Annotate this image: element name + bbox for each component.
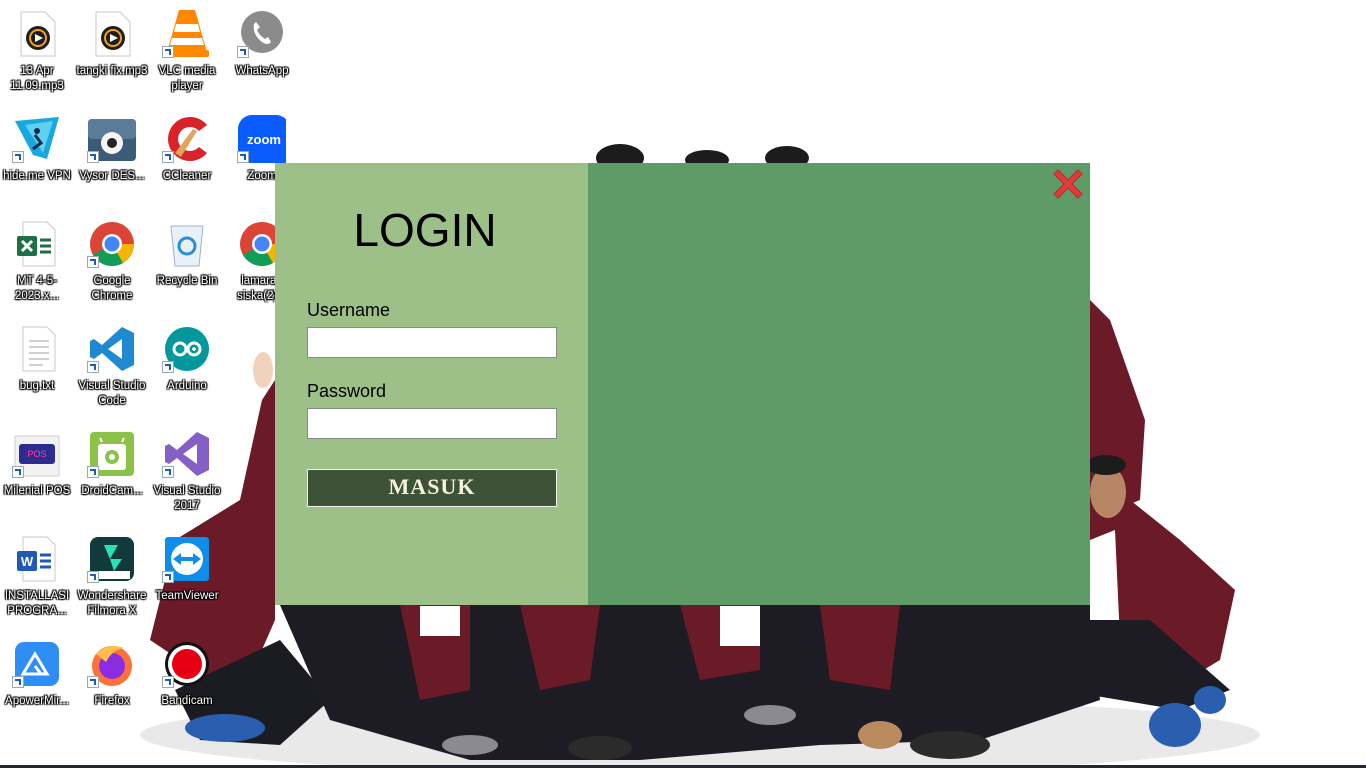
desktop-icon-firefox[interactable]: Firefox bbox=[75, 632, 149, 732]
desktop-icon-apowermirror[interactable]: ApowerMir... bbox=[0, 632, 74, 732]
desktop-icon-vysor[interactable]: Vysor DES... bbox=[75, 107, 149, 207]
desktop-icon-label: Wondershare Filmora X bbox=[77, 590, 147, 617]
desktop-icon-teamviewer[interactable]: TeamViewer bbox=[150, 527, 224, 627]
desktop-icon-ccleaner[interactable]: CCleaner bbox=[150, 107, 224, 207]
desktop-icon-label: Bandicam bbox=[161, 695, 213, 707]
desktop-icon-label: CCleaner bbox=[162, 170, 212, 182]
desktop-icon-label: MT 4-5-2023.x... bbox=[14, 275, 60, 302]
desktop-icon-whatsapp[interactable]: WhatsApp bbox=[225, 2, 299, 102]
desktop-icon-hideme-vpn[interactable]: hide.me VPN bbox=[0, 107, 74, 207]
shortcut-arrow-icon bbox=[87, 256, 99, 268]
close-x-icon[interactable] bbox=[1049, 165, 1087, 203]
password-label: Password bbox=[307, 381, 387, 401]
word-file-icon: W bbox=[17, 536, 56, 582]
shortcut-arrow-icon bbox=[162, 361, 174, 373]
desktop-icon-label: Recycle Bin bbox=[156, 275, 218, 287]
desktop-icon-label: DroidCam... bbox=[81, 485, 143, 497]
media-audio-file-icon bbox=[95, 11, 131, 57]
masuk-button[interactable]: MASUK bbox=[307, 469, 557, 507]
desktop-icon-label: bug.txt bbox=[19, 380, 55, 392]
desktop-icon-droidcam[interactable]: DroidCam... bbox=[75, 422, 149, 522]
shortcut-arrow-icon bbox=[87, 571, 99, 583]
shortcut-arrow-icon bbox=[12, 466, 24, 478]
shortcut-arrow-icon bbox=[87, 466, 99, 478]
desktop-icon-visual-studio-2017[interactable]: Visual Studio 2017 bbox=[150, 422, 224, 522]
desktop-icon-label: Milenial POS bbox=[3, 485, 71, 497]
shortcut-arrow-icon bbox=[162, 151, 174, 163]
desktop-icon-label: Google Chrome bbox=[91, 275, 133, 302]
desktop-icon-installasi-docx[interactable]: W INSTALLASI PROGRA... bbox=[0, 527, 74, 627]
shortcut-arrow-icon bbox=[162, 466, 174, 478]
username-label: Username bbox=[307, 300, 391, 320]
media-audio-file-icon bbox=[20, 11, 56, 57]
text-file-icon bbox=[22, 326, 56, 372]
recycle-bin-icon bbox=[170, 225, 204, 267]
desktop-icon-tangki-fix-mp3[interactable]: tangki fix.mp3 bbox=[75, 2, 149, 102]
desktop-icon-label: 13 Apr 11.09.mp3 bbox=[10, 65, 64, 92]
shortcut-arrow-icon bbox=[87, 361, 99, 373]
desktop-icon-label: hide.me VPN bbox=[3, 170, 71, 182]
password-input[interactable] bbox=[307, 408, 557, 439]
desktop-icon-label: VLC media player bbox=[158, 65, 216, 92]
desktop-icon-milenial-pos[interactable]: POS Milenial POS bbox=[0, 422, 74, 522]
desktop-icon-label: Visual Studio Code bbox=[78, 380, 146, 407]
desktop-icon-arduino[interactable]: Arduino bbox=[150, 317, 224, 417]
desktop-icon-label: WhatsApp bbox=[235, 65, 289, 77]
desktop-icon-label: TeamViewer bbox=[155, 590, 219, 602]
shortcut-arrow-icon bbox=[162, 46, 174, 58]
side-panel bbox=[588, 163, 1090, 605]
shortcut-arrow-icon bbox=[12, 151, 24, 163]
login-window: LOGIN Username Password MASUK bbox=[275, 163, 1090, 605]
desktop-icon-recycle-bin[interactable]: Recycle Bin bbox=[150, 212, 224, 312]
shortcut-arrow-icon bbox=[12, 676, 24, 688]
desktop-icon-filmora[interactable]: Wondershare Filmora X bbox=[75, 527, 149, 627]
excel-file-icon bbox=[17, 221, 56, 267]
shortcut-arrow-icon bbox=[237, 46, 249, 58]
desktop-icon-vscode[interactable]: Visual Studio Code bbox=[75, 317, 149, 417]
desktop-icon-label: Arduino bbox=[167, 380, 207, 392]
desktop-icon-bug-txt[interactable]: bug.txt bbox=[0, 317, 74, 417]
shortcut-arrow-icon bbox=[87, 151, 99, 163]
desktop-icon-vlc[interactable]: VLC media player bbox=[150, 2, 224, 102]
shortcut-arrow-icon bbox=[162, 676, 174, 688]
desktop-icon-label: Vysor DES... bbox=[79, 170, 145, 182]
svg-text:POS: POS bbox=[27, 449, 46, 459]
svg-text:W: W bbox=[21, 554, 34, 569]
svg-text:zoom: zoom bbox=[247, 132, 281, 147]
login-title: LOGIN bbox=[353, 204, 497, 256]
desktop-icon-13-apr-mp3[interactable]: 13 Apr 11.09.mp3 bbox=[0, 2, 74, 102]
desktop-icon-label: Visual Studio 2017 bbox=[153, 485, 221, 512]
desktop-icon-label: ApowerMir... bbox=[5, 695, 69, 707]
username-input[interactable] bbox=[307, 327, 557, 358]
login-form-panel: LOGIN Username Password MASUK bbox=[275, 163, 588, 605]
shortcut-arrow-icon bbox=[87, 676, 99, 688]
desktop-icon-mt-xlsx[interactable]: MT 4-5-2023.x... bbox=[0, 212, 74, 312]
desktop-icon-label: INSTALLASI PROGRA... bbox=[4, 590, 70, 617]
desktop-icon-bandicam[interactable]: Bandicam bbox=[150, 632, 224, 732]
shortcut-arrow-icon bbox=[162, 571, 174, 583]
desktop-icon-label: Firefox bbox=[94, 695, 130, 707]
desktop-icon-google-chrome[interactable]: Google Chrome bbox=[75, 212, 149, 312]
desktop-icon-label: tangki fix.mp3 bbox=[76, 65, 148, 77]
shortcut-arrow-icon bbox=[237, 151, 249, 163]
